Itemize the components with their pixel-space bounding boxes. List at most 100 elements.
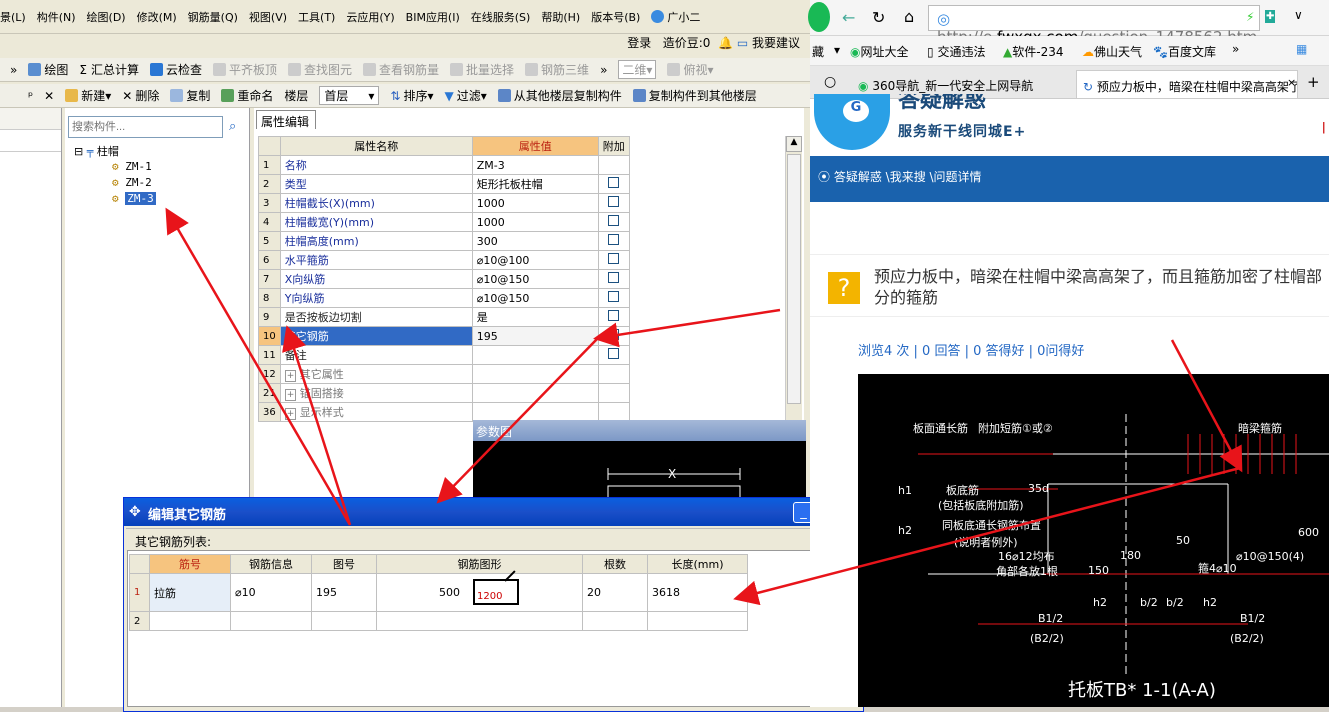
- extra-checkbox[interactable]: [608, 329, 620, 340]
- floor-select[interactable]: 首层 ▾: [319, 86, 380, 105]
- extra-checkbox[interactable]: [608, 196, 620, 207]
- bookmark-more-icon[interactable]: »: [1232, 42, 1239, 56]
- extra-checkbox[interactable]: [608, 310, 620, 321]
- find-element-button[interactable]: 查找图元: [288, 61, 352, 78]
- figure-number-cell[interactable]: 195: [311, 573, 377, 612]
- toolbar-more-icon[interactable]: »: [600, 63, 607, 77]
- bar-info-cell[interactable]: [230, 611, 312, 631]
- count-cell[interactable]: [582, 611, 648, 631]
- extra-checkbox[interactable]: [608, 272, 620, 283]
- breadcrumb-label[interactable]: 答疑解惑 \我来搜 \问题详情: [834, 170, 982, 184]
- menu-item[interactable]: 绘图(D): [87, 9, 126, 25]
- bookmark-item[interactable]: ▲软件-234: [1003, 43, 1063, 60]
- menu-item[interactable]: 工具(T): [298, 9, 335, 25]
- tab-close-icon[interactable]: ×: [1287, 76, 1296, 89]
- property-scrollbar[interactable]: ▲: [785, 136, 802, 420]
- bar-info-cell[interactable]: ⌀10: [230, 573, 312, 612]
- count-cell[interactable]: 20: [582, 573, 648, 612]
- address-bar[interactable]: ◎ http://e.fwxgx.com/question_1478562.ht…: [928, 5, 1260, 46]
- table-row-group[interactable]: 21 + 锚固搭接: [258, 383, 630, 403]
- table-row[interactable]: 3 柱帽截长(X)(mm) 1000: [258, 193, 630, 213]
- table-row[interactable]: 1 拉筋 ⌀10 195 500 1200 20 3618: [129, 570, 748, 612]
- question-stats[interactable]: 浏览4 次 | 0 回答 | 0 答得好 | 0问得好: [858, 340, 1084, 359]
- figure-number-cell[interactable]: [311, 611, 377, 631]
- scroll-up-icon[interactable]: ▲: [786, 136, 802, 152]
- toolbar-overflow-icon[interactable]: »: [10, 63, 17, 77]
- menu-item[interactable]: 云应用(Y): [346, 9, 394, 25]
- refresh-icon[interactable]: ↻: [872, 8, 885, 27]
- dropdown-icon[interactable]: ∨: [1294, 8, 1303, 22]
- property-value[interactable]: ⌀10@150: [471, 288, 599, 308]
- draw-button[interactable]: 绘图: [28, 61, 68, 78]
- property-value[interactable]: ZM-3: [471, 155, 599, 175]
- property-value[interactable]: [471, 345, 599, 365]
- home-icon[interactable]: ⌂: [904, 7, 914, 26]
- bar-number-cell[interactable]: [149, 611, 231, 631]
- tab-question[interactable]: ↻ 预应力板中，暗梁在柱帽中梁高高架了: [1076, 70, 1298, 98]
- tab-property-edit[interactable]: 属性编辑: [256, 110, 316, 129]
- bookmark-item[interactable]: ▯ 交通违法: [927, 43, 985, 60]
- extra-checkbox[interactable]: [608, 177, 620, 188]
- property-value[interactable]: ⌀10@100: [471, 250, 599, 270]
- length-cell[interactable]: [647, 611, 748, 631]
- property-value[interactable]: 是: [471, 307, 599, 327]
- rename-button[interactable]: 重命名: [221, 87, 273, 104]
- table-row-selected[interactable]: 10 其它钢筋 195: [258, 326, 630, 346]
- table-row[interactable]: 6 水平箍筋 ⌀10@100: [258, 250, 630, 270]
- property-value[interactable]: 195: [471, 326, 599, 346]
- menu-item[interactable]: 修改(M): [137, 9, 177, 25]
- bookmark-chevron-icon[interactable]: ▾: [834, 43, 840, 57]
- menu-item[interactable]: 版本号(B): [591, 9, 640, 25]
- view-2d-select[interactable]: 二维 ▾: [618, 60, 657, 79]
- bell-icon[interactable]: 🔔: [718, 36, 733, 50]
- bookmark-item[interactable]: 🐾百度文库: [1153, 43, 1216, 60]
- copy-from-floor-button[interactable]: 从其他楼层复制构件: [497, 87, 622, 104]
- panel-close-icon[interactable]: ✕: [44, 89, 54, 103]
- speed-icon[interactable]: ⚡: [1246, 10, 1254, 24]
- align-top-button[interactable]: 平齐板顶: [212, 61, 277, 78]
- suggest-link[interactable]: 我要建议: [752, 36, 800, 50]
- rebar-3d-button[interactable]: 钢筋三维: [525, 61, 589, 78]
- assistant-menu[interactable]: 广小二: [651, 9, 700, 25]
- panel-pin-icon[interactable]: ᵖ: [28, 89, 33, 103]
- table-row[interactable]: 2: [129, 611, 748, 631]
- bookmark-item[interactable]: ◉网址大全: [850, 43, 909, 60]
- extra-checkbox[interactable]: [608, 253, 620, 264]
- menu-item[interactable]: 构件(N): [37, 9, 76, 25]
- tree-root[interactable]: ⊟ ╤ 柱帽: [74, 143, 119, 159]
- tree-item-zm3[interactable]: ⚙ ZM-3: [112, 192, 156, 205]
- extra-checkbox[interactable]: [608, 348, 620, 359]
- expand-icon[interactable]: +: [284, 389, 297, 401]
- table-row[interactable]: 2 类型 矩形托板柱帽: [258, 174, 630, 194]
- component-search-input[interactable]: [68, 116, 223, 138]
- sort-button[interactable]: ⇅ 排序 ▾: [390, 87, 433, 104]
- expand-icon[interactable]: +: [284, 370, 297, 382]
- left-nav-row[interactable]: [0, 130, 61, 152]
- table-row[interactable]: 11 备注: [258, 345, 630, 365]
- tree-item-zm1[interactable]: ⚙ ZM-1: [112, 160, 152, 173]
- property-value[interactable]: 矩形托板柱帽: [471, 174, 599, 194]
- shield-icon[interactable]: ✚: [1265, 10, 1276, 23]
- delete-button[interactable]: ✕ 删除: [122, 87, 159, 104]
- extra-checkbox[interactable]: [608, 234, 620, 245]
- table-row[interactable]: 8 Y向纵筋 ⌀10@150: [258, 288, 630, 308]
- menu-item[interactable]: 在线服务(S): [471, 9, 531, 25]
- property-value[interactable]: 300: [471, 231, 599, 251]
- menu-item[interactable]: 钢筋量(Q): [188, 9, 238, 25]
- table-row[interactable]: 1 名称 ZM-3: [258, 155, 630, 175]
- property-value[interactable]: 1000: [471, 212, 599, 232]
- login-link[interactable]: 登录: [627, 36, 651, 50]
- table-row[interactable]: 9 是否按板边切割是: [258, 307, 630, 327]
- view-rebar-button[interactable]: 查看钢筋量: [363, 61, 439, 78]
- scroll-thumb[interactable]: [787, 154, 801, 404]
- property-value[interactable]: 1000: [471, 193, 599, 213]
- bookmark-item[interactable]: ☁佛山天气: [1082, 43, 1142, 60]
- menu-item[interactable]: 景(L): [0, 9, 26, 25]
- new-button[interactable]: 新建 ▾: [65, 87, 111, 104]
- length-cell[interactable]: 3618: [647, 573, 748, 612]
- reload-circle-icon[interactable]: ○: [824, 74, 836, 90]
- table-row[interactable]: 4 柱帽截宽(Y)(mm) 1000: [258, 212, 630, 232]
- table-row-group[interactable]: 12 + 其它属性: [258, 364, 630, 384]
- copy-to-floor-button[interactable]: 复制构件到其他楼层: [632, 87, 757, 104]
- search-icon[interactable]: ⌕: [229, 119, 236, 134]
